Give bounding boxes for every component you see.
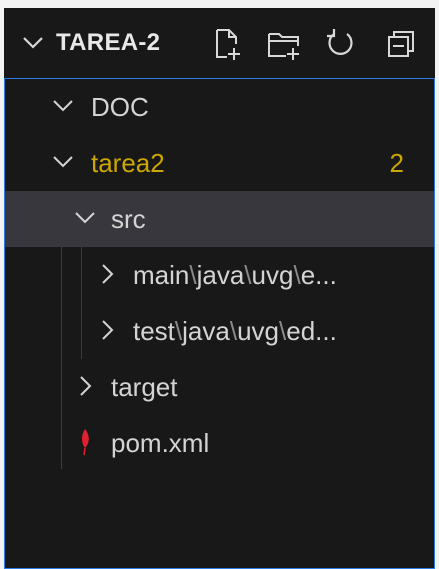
tree-item-label: test\java\uvg\ed... (133, 316, 337, 347)
tree-item-pom[interactable]: pom.xml (5, 415, 434, 471)
tree-item-label: DOC (91, 92, 149, 122)
path-separator: \ (244, 260, 252, 290)
path-segment: e... (300, 260, 337, 290)
path-segment: uvg (237, 316, 280, 346)
tree-item-test-path[interactable]: test\java\uvg\ed... (5, 303, 434, 359)
chevron-down-icon (53, 156, 73, 168)
maven-icon (82, 429, 89, 456)
tree-item-label: main\java\uvg\e... (133, 260, 337, 291)
file-tree: DOC tarea2 2 src main\java\uvg\e... test… (4, 78, 435, 569)
chevron-down-icon (75, 212, 95, 224)
tree-item-src[interactable]: src (5, 191, 434, 247)
refresh-icon[interactable] (322, 26, 358, 62)
project-title[interactable]: TAREA-2 (56, 29, 160, 57)
tree-item-doc[interactable]: DOC (5, 79, 434, 135)
path-separator: \ (229, 316, 238, 346)
problem-count-badge: 2 (389, 148, 404, 178)
window-frame: TAREA-2 DOC tarea2 2 src main\java\uvg\e… (0, 0, 439, 569)
path-segment: java (196, 260, 245, 290)
tree-item-label: pom.xml (111, 428, 210, 458)
explorer-panel: TAREA-2 DOC tarea2 2 src main\java\uvg\e… (4, 8, 435, 569)
path-segment: test (133, 316, 175, 346)
tree-item-tarea2[interactable]: tarea2 2 (5, 135, 434, 191)
collapse-all-icon[interactable] (384, 26, 420, 62)
path-segment: uvg (251, 260, 294, 290)
path-separator: \ (189, 260, 197, 290)
new-file-icon[interactable] (209, 26, 245, 62)
tree-item-label: tarea2 (91, 148, 165, 178)
chevron-right-icon (102, 320, 114, 340)
chevron-right-icon (102, 264, 114, 284)
path-separator: \ (293, 260, 301, 290)
tree-item-label: target (111, 372, 178, 402)
path-segment: main (133, 260, 190, 290)
new-folder-icon[interactable] (266, 26, 302, 62)
explorer-header[interactable]: TAREA-2 (4, 8, 435, 78)
chevron-right-icon (80, 376, 92, 396)
chevron-down-icon[interactable] (18, 28, 48, 58)
tree-item-main-path[interactable]: main\java\uvg\e... (5, 247, 434, 303)
path-segment: ed... (286, 316, 337, 346)
path-segment: java (182, 316, 230, 346)
tree-item-label: src (111, 204, 146, 234)
tree-item-target[interactable]: target (5, 359, 434, 415)
chevron-down-icon (53, 100, 73, 112)
